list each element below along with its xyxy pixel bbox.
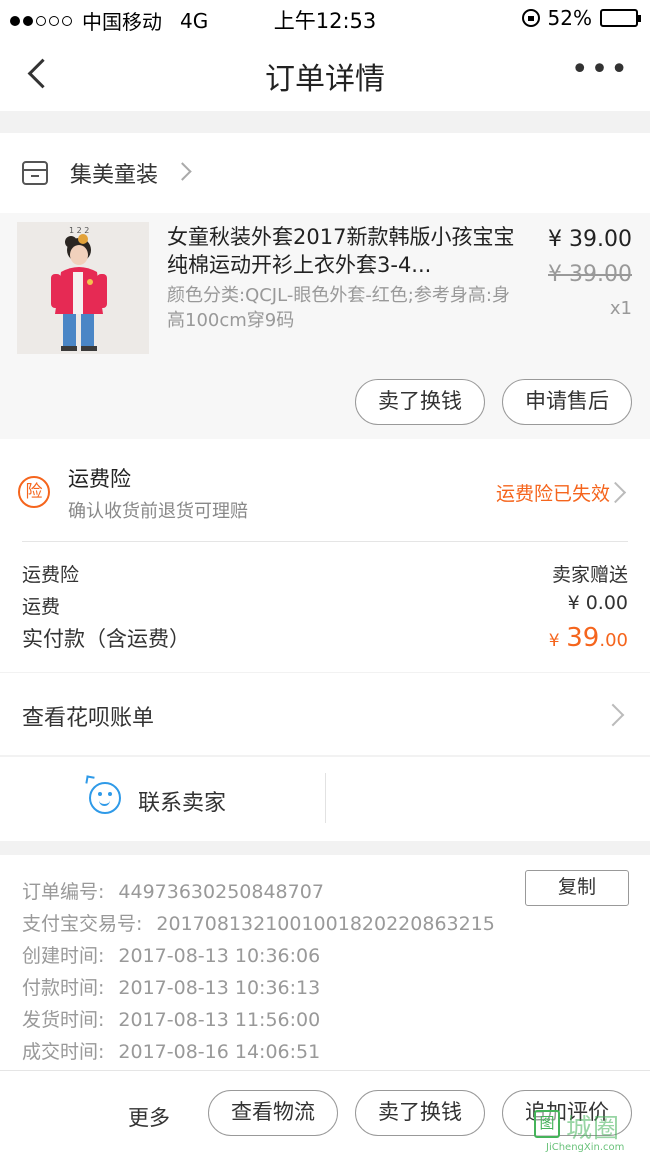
total-currency: ¥ [548,631,560,651]
paid-time-row: 付款时间: 2017-08-13 10:36:13 [22,973,320,1000]
fee-value: ¥ 0.00 [567,592,628,614]
completed-time: 2017-08-16 14:06:51 [118,1041,321,1063]
fee-row-shipping: 运费 ¥ 0.00 [22,592,628,619]
chat-face-icon-ear [85,775,95,785]
shipped-time-row: 发货时间: 2017-08-13 11:56:00 [22,1005,320,1032]
page-title: 订单详情 [265,62,385,97]
chevron-left-icon[interactable] [24,56,48,90]
product-sku: 颜色分类:QCJL-眼色外套-红色;参考身高:身高100cm穿9码 [167,285,510,331]
product-quantity: x1 [609,298,632,319]
sell-for-cash-button[interactable]: 卖了换钱 [355,379,485,425]
fee-row-insurance: 运费险 卖家赠送 [22,560,628,587]
bottom-action-bar: 更多 查看物流 卖了换钱 追加评价 [0,1070,650,1156]
total-amount: ¥ 39.00 [549,623,628,653]
battery-percent: 52% [547,6,592,30]
battery-icon [600,9,641,27]
fee-label: 运费险 [22,564,80,586]
view-logistics-button[interactable]: 查看物流 [208,1090,338,1136]
navigation-bar: 订单详情 ••• [0,36,650,111]
more-button[interactable]: 更多 [128,1102,170,1132]
product-card[interactable]: 1 2 2 女童秋装外套2017新款韩版小孩宝宝纯棉运动开衫上衣外套3-4...… [0,213,650,439]
image-caption: 1 2 2 [69,226,89,235]
info-label: 付款时间: [22,977,105,999]
insurance-badge-icon: 险 [18,476,50,508]
info-label: 支付宝交易号: [22,913,143,935]
rotation-lock-icon [521,9,540,27]
total-integer: 39 [566,623,600,653]
chat-face-icon [89,782,121,814]
shipped-time: 2017-08-13 11:56:00 [118,1009,321,1031]
copy-button[interactable]: 复制 [525,870,629,906]
order-info-section: 订单编号: 44973630250848707 复制 支付宝交易号: 2017081… [0,855,650,1070]
product-original-price: ¥ 39.00 [548,262,632,287]
shop-row[interactable]: 集美童装 [0,133,650,213]
info-label: 订单编号: [22,881,105,903]
fee-row-total: 实付款（含运费） ¥ 39.00 [22,623,628,653]
status-right: 52% [521,6,641,30]
chevron-right-icon [173,162,192,181]
divider [22,541,628,542]
contact-seller-button[interactable]: 联系卖家 [0,757,325,841]
alipay-trade-row: 支付宝交易号: 2017081321001001820220863215 [22,909,495,936]
add-review-button[interactable]: 追加评价 [502,1090,632,1136]
fee-label: 运费 [22,596,61,618]
divider [325,773,326,823]
huabei-bill-label: 查看花呗账单 [22,706,155,731]
contact-seller-label: 联系卖家 [138,791,227,816]
more-dots-icon[interactable]: ••• [571,55,630,85]
order-number: 44973630250848707 [118,881,324,903]
status-bar: 中国移动 4G 上午12:53 52% [0,0,650,36]
contact-section: 联系卖家 [0,757,650,841]
after-sale-button[interactable]: 申请售后 [502,379,632,425]
huabei-bill-row[interactable]: 查看花呗账单 [0,673,650,755]
product-image[interactable]: 1 2 2 [17,222,149,354]
insurance-title: 运费险 [68,467,131,491]
shipping-insurance-section: 险 运费险 确认收货前退货可理赔 运费险已失效 运费险 卖家赠送 运费 ¥ 0.… [0,439,650,672]
sell-for-cash-button[interactable]: 卖了换钱 [355,1090,485,1136]
fee-value: 卖家赠送 [551,564,628,586]
alipay-trade-number: 2017081321001001820220863215 [156,913,495,935]
product-price: ¥ 39.00 [548,227,632,252]
child-jacket-photo: 1 2 2 [17,222,149,354]
chevron-right-icon [601,703,625,727]
completed-time-row: 成交时间: 2017-08-16 14:06:51 [22,1037,320,1064]
created-time: 2017-08-13 10:36:06 [118,945,321,967]
insurance-subtitle: 确认收货前退货可理赔 [68,501,248,522]
created-time-row: 创建时间: 2017-08-13 10:36:06 [22,941,320,968]
paid-time: 2017-08-13 10:36:13 [118,977,321,999]
info-label: 创建时间: [22,945,105,967]
shop-name: 集美童装 [70,163,159,188]
total-label: 实付款（含运费） [22,627,190,651]
insurance-status-link[interactable]: 运费险已失效 [496,479,610,506]
order-number-row: 订单编号: 44973630250848707 [22,877,324,904]
store-icon [22,161,48,185]
info-label: 成交时间: [22,1041,105,1063]
info-label: 发货时间: [22,1009,105,1031]
product-title[interactable]: 女童秋装外套2017新款韩版小孩宝宝纯棉运动开衫上衣外套3-4... [167,223,517,279]
total-decimal: .00 [599,630,628,651]
